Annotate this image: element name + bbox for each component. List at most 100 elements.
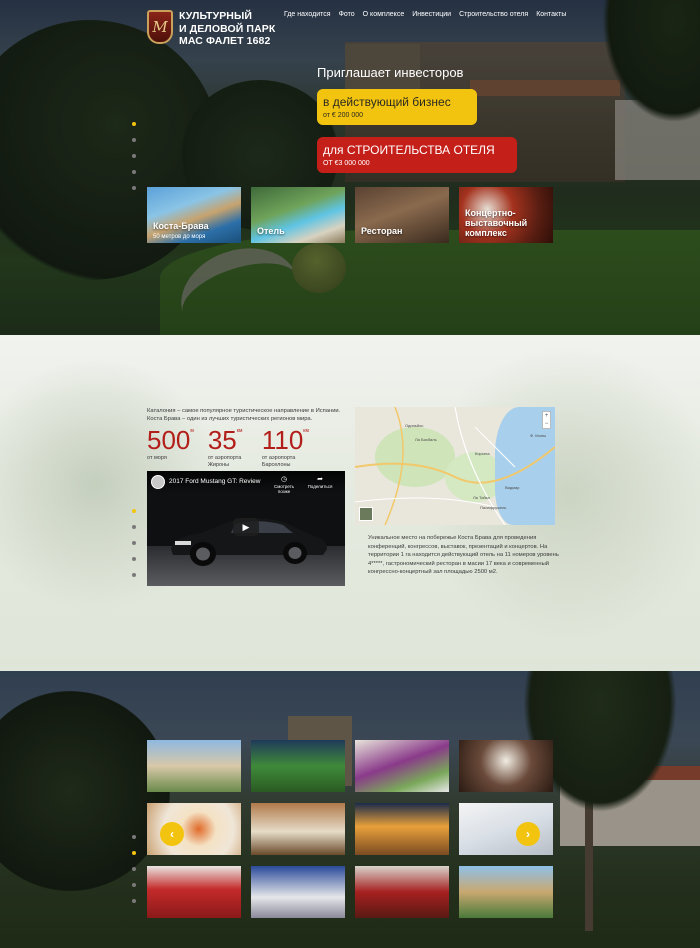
- section-dot[interactable]: [132, 509, 136, 513]
- watch-later-button[interactable]: ◷ Смотреть позже: [269, 475, 299, 494]
- invest-hotel-price: ОТ €3 000 000: [323, 160, 370, 167]
- section-dot[interactable]: [132, 835, 136, 839]
- stat-girona-caption: от аэропорта Жироны: [207, 455, 242, 468]
- section-dots-gallery: [132, 835, 136, 903]
- clock-icon: ◷: [280, 476, 288, 483]
- gallery-next-button[interactable]: ›: [516, 822, 540, 846]
- hero-heading: Приглашает инвесторов: [317, 65, 464, 80]
- invest-business-button[interactable]: в действующий бизнес от € 200 000: [317, 89, 477, 125]
- gallery-photo[interactable]: [355, 803, 449, 855]
- section-dot[interactable]: [132, 186, 136, 190]
- section-dots-hero: [132, 122, 136, 190]
- feature-thumbs: Коста-Брава 50 метров до моря Отель Рест…: [147, 187, 553, 243]
- invest-hotel-button[interactable]: для СТРОИТЕЛЬСТВА ОТЕЛЯ ОТ €3 000 000: [317, 137, 517, 173]
- photo-grid: [147, 740, 553, 918]
- gallery-prev-button[interactable]: ‹: [160, 822, 184, 846]
- stat-barcelona-unit: км: [303, 428, 309, 434]
- logo-line-3: Мас Фалет 1682: [179, 35, 271, 47]
- stat-sea-value: 500: [147, 425, 191, 455]
- gallery-photo[interactable]: [251, 866, 345, 918]
- map-label: Одиньйос: [405, 423, 424, 428]
- map-label: Палафружель: [480, 505, 507, 510]
- section-dot[interactable]: [132, 851, 136, 855]
- logo-badge: M: [147, 10, 173, 44]
- section-dot[interactable]: [132, 557, 136, 561]
- channel-avatar[interactable]: [151, 475, 165, 489]
- thumb-costa-brava-sub: 50 метров до моря: [153, 234, 206, 240]
- thumb-costa-brava[interactable]: Коста-Брава 50 метров до моря: [147, 187, 241, 243]
- gallery-photo[interactable]: [251, 803, 345, 855]
- stat-barcelona-caption: от аэропорта Барселоны: [261, 455, 296, 468]
- location-map[interactable]: Одиньйос Ла Бисбаль Корсега Видмар Ф. Мо…: [355, 407, 555, 525]
- thumb-hotel[interactable]: Отель: [251, 187, 345, 243]
- logo[interactable]: M Культурный и деловой парк Мас Фалет 16…: [147, 10, 275, 48]
- section-dot[interactable]: [132, 899, 136, 903]
- stat-sea-caption: от моря: [147, 455, 167, 461]
- map-label: Ла Тойха: [473, 495, 490, 500]
- section-dots-info: [132, 509, 136, 577]
- stat-sea-unit: м: [190, 428, 194, 434]
- map-roads: [355, 407, 555, 525]
- invest-business-price: от € 200 000: [323, 112, 364, 119]
- section-dot[interactable]: [132, 541, 136, 545]
- share-icon: ➦: [317, 476, 323, 483]
- thumb-restaurant[interactable]: Ресторан: [355, 187, 449, 243]
- share-label: Поделиться: [307, 484, 333, 489]
- thumb-concert-complex[interactable]: Концертно- выставочный комплекс: [459, 187, 553, 243]
- logo-line-1: Культурный: [179, 10, 253, 22]
- thumb-hotel-title: Отель: [257, 226, 285, 236]
- stat-girona-value: 35: [207, 425, 237, 455]
- video-player[interactable]: 2017 Ford Mustang GT: Review ◷ Смотреть …: [147, 471, 345, 586]
- gallery-photo[interactable]: [355, 740, 449, 792]
- nav-contacts[interactable]: Контакты: [536, 11, 566, 18]
- gallery-photo[interactable]: [251, 740, 345, 792]
- stat-barcelona: 110км от аэропорта Барселоны: [261, 425, 309, 469]
- thumb-costa-brava-title: Коста-Брава: [153, 221, 209, 231]
- chevron-right-icon: ›: [526, 827, 530, 841]
- stat-sea: 500м от моря: [147, 425, 194, 469]
- nav-about[interactable]: О комплексе: [363, 11, 405, 18]
- invest-business-title: в действующий бизнес: [323, 95, 451, 109]
- stat-barcelona-value: 110: [261, 425, 304, 455]
- section-dot[interactable]: [132, 573, 136, 577]
- section-dot[interactable]: [132, 883, 136, 887]
- section-dot[interactable]: [132, 138, 136, 142]
- play-icon: ▶: [242, 521, 250, 532]
- nav-hotel-construction[interactable]: Строительство отеля: [459, 11, 528, 18]
- complex-description: Уникальное место на побережье Коста Брав…: [368, 535, 559, 575]
- logo-line-2: и деловой парк: [179, 22, 276, 35]
- section-dot[interactable]: [132, 170, 136, 174]
- map-label: Ф. Моны: [530, 433, 546, 438]
- share-button[interactable]: ➦ Поделиться: [305, 475, 335, 489]
- map-label: Видмар: [505, 485, 520, 490]
- play-button[interactable]: ▶: [233, 518, 259, 536]
- section-dot[interactable]: [132, 525, 136, 529]
- gallery-section: ‹ ›: [0, 671, 700, 948]
- landing-page: M Культурный и деловой парк Мас Фалет 16…: [0, 0, 700, 948]
- main-nav: Где находится Фото О комплексе Инвестици…: [284, 11, 566, 18]
- chevron-left-icon: ‹: [170, 827, 174, 841]
- invest-hotel-title: для СТРОИТЕЛЬСТВА ОТЕЛЯ: [323, 143, 495, 157]
- map-label: Ла Бисбаль: [415, 437, 437, 442]
- logo-text: Культурный и деловой парк Мас Фалет 1682: [179, 10, 275, 48]
- nav-investments[interactable]: Инвестиции: [412, 11, 451, 18]
- gallery-photo[interactable]: [355, 866, 449, 918]
- hero-section: M Культурный и деловой парк Мас Фалет 16…: [0, 0, 700, 335]
- car-image: [171, 518, 327, 566]
- nav-location[interactable]: Где находится: [284, 11, 331, 18]
- section-dot[interactable]: [132, 867, 136, 871]
- info-section: Каталония – самое популярное туристическ…: [0, 335, 700, 671]
- intro-text: Каталония – самое популярное туристическ…: [147, 408, 341, 422]
- section-dot[interactable]: [132, 154, 136, 158]
- thumb-concert-title: Концертно- выставочный комплекс: [465, 208, 528, 238]
- map-zoom-control[interactable]: + −: [542, 411, 551, 429]
- gallery-photo[interactable]: [147, 740, 241, 792]
- section-dot[interactable]: [132, 122, 136, 126]
- video-title[interactable]: 2017 Ford Mustang GT: Review: [169, 478, 260, 485]
- gallery-photo[interactable]: [147, 866, 241, 918]
- distance-stats: 500м от моря 35 км от аэропорта Жироны 11…: [147, 425, 309, 469]
- gallery-photo[interactable]: [459, 866, 553, 918]
- gallery-photo[interactable]: [459, 740, 553, 792]
- map-satellite-toggle[interactable]: [359, 507, 373, 521]
- nav-photo[interactable]: Фото: [339, 11, 355, 18]
